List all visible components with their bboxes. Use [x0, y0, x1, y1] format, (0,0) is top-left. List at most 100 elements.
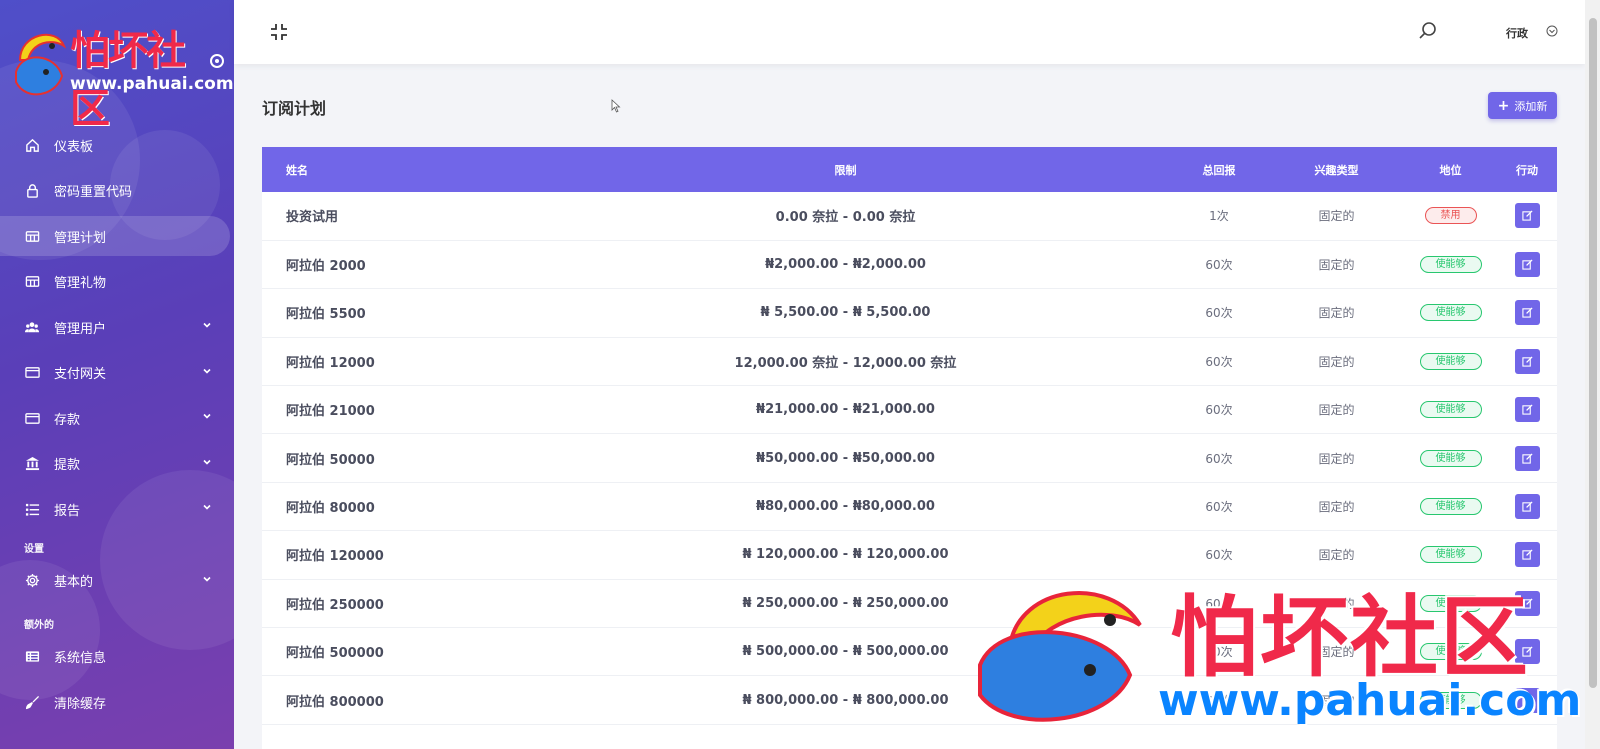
- sidebar-item-label: 清除缓存: [54, 696, 107, 712]
- sidebar-item-reports[interactable]: 报告: [0, 489, 234, 529]
- sidebar-item-manage-gifts[interactable]: 管理礼物: [0, 262, 234, 302]
- wallet-icon: [24, 410, 40, 426]
- user-name[interactable]: 行政: [1506, 25, 1528, 41]
- edit-icon: [1521, 646, 1533, 657]
- plans-table: 姓名 限制 总回报 兴趣类型 地位 行动 投资试用 0.00 奈拉 - 0.00 …: [262, 147, 1557, 725]
- users-icon: [24, 319, 40, 335]
- plan-status-cell: 使能够: [1404, 482, 1497, 530]
- column-header-name[interactable]: 姓名: [262, 147, 522, 192]
- add-new-label: 添加新: [1514, 99, 1548, 113]
- plan-interest-type: 固定的: [1318, 354, 1355, 369]
- plan-status-cell: 使能够: [1404, 676, 1497, 724]
- table-row: 阿拉伯 50000 ₦50,000.00 - ₦50,000.00 60次 固定的 使能…: [262, 434, 1557, 483]
- plan-status-cell: 使能够: [1404, 434, 1497, 482]
- sidebar-item-label: 管理计划: [54, 230, 107, 246]
- status-badge: 使能够: [1419, 401, 1482, 419]
- logo[interactable]: 怕坏社区 www.pahuai.com: [12, 14, 234, 132]
- edit-button[interactable]: [1514, 203, 1540, 229]
- status-badge: 禁用: [1424, 207, 1477, 225]
- edit-button[interactable]: [1514, 252, 1540, 278]
- plan-name: 阿拉伯 50000: [286, 452, 375, 468]
- plan-limit: ₦ 800,000.00 - ₦ 800,000.00: [742, 692, 949, 708]
- plan-interest-type: 固定的: [1318, 451, 1355, 466]
- column-header-limit[interactable]: 限制: [522, 147, 1169, 192]
- plan-interest-type: 固定的: [1318, 209, 1355, 224]
- plan-limit: ₦2,000.00 - ₦2,000.00: [765, 257, 926, 273]
- plan-action-cell: [1497, 579, 1557, 627]
- edit-button[interactable]: [1514, 494, 1540, 520]
- table-row: 阿拉伯 5500 ₦ 5,500.00 - ₦ 5,500.00 60次 固定的 使能够: [262, 289, 1557, 338]
- sidebar-item-label: 报告: [54, 503, 81, 519]
- edit-icon: [1521, 598, 1533, 609]
- edit-button[interactable]: [1514, 687, 1540, 713]
- chevron-down-icon: [203, 322, 211, 328]
- plan-interest-type: 固定的: [1318, 548, 1355, 563]
- scrollbar-thumb[interactable]: [1589, 18, 1597, 688]
- sidebar: 怕坏社区 www.pahuai.com 仪表板 密码重置代码 管理计划 管理礼物…: [0, 0, 234, 749]
- edit-button[interactable]: [1514, 542, 1540, 568]
- list-icon: [24, 501, 40, 517]
- mouse-cursor-icon: [611, 99, 621, 113]
- sidebar-item-manage-users[interactable]: 管理用户: [0, 307, 234, 347]
- collapse-icon[interactable]: [270, 23, 288, 41]
- plan-return: 60次: [1205, 451, 1233, 466]
- table-row: 阿拉伯 12000 12,000.00 奈拉 - 12,000.00 奈拉 60次 固…: [262, 337, 1557, 386]
- sidebar-item-password-reset[interactable]: 密码重置代码: [0, 171, 234, 211]
- sidebar-item-basic-settings[interactable]: 基本的: [0, 561, 234, 601]
- plan-name: 阿拉伯 21000: [286, 404, 375, 420]
- edit-button[interactable]: [1514, 300, 1540, 326]
- plan-action-cell: [1497, 434, 1557, 482]
- plus-icon: +: [1497, 97, 1510, 114]
- plan-name: 阿拉伯 800000: [286, 694, 384, 710]
- sidebar-item-label: 系统信息: [54, 651, 107, 666]
- vertical-scrollbar[interactable]: [1585, 0, 1600, 749]
- table-row: 阿拉伯 800000 ₦ 800,000.00 - ₦ 800,000.00 60次…: [262, 676, 1557, 725]
- chevron-down-icon[interactable]: [1546, 25, 1558, 37]
- plan-action-cell: [1497, 192, 1557, 240]
- chevron-down-icon: [203, 368, 211, 374]
- edit-button[interactable]: [1514, 348, 1540, 374]
- edit-button[interactable]: [1514, 397, 1540, 423]
- edit-button[interactable]: [1514, 590, 1540, 616]
- status-badge: 使能够: [1419, 498, 1482, 516]
- chevron-down-icon: [203, 504, 211, 510]
- chevron-down-icon: [203, 459, 211, 465]
- column-header-status[interactable]: 地位: [1404, 147, 1497, 192]
- plan-interest-type: 固定的: [1318, 693, 1355, 708]
- sidebar-item-clear-cache[interactable]: 清除缓存: [0, 682, 234, 722]
- sidebar-item-withdrawals[interactable]: 提款: [0, 444, 234, 484]
- plan-interest-type: 固定的: [1318, 403, 1355, 418]
- plan-name: 阿拉伯 12000: [286, 355, 375, 371]
- sidebar-toggle[interactable]: [210, 54, 224, 68]
- sidebar-item-label: 基本的: [54, 575, 94, 590]
- column-header-return[interactable]: 总回报: [1169, 147, 1269, 192]
- edit-button[interactable]: [1514, 639, 1540, 665]
- sidebar-item-payment-gateway[interactable]: 支付网关: [0, 353, 234, 393]
- table-row: 投资试用 0.00 奈拉 - 0.00 奈拉 1次 固定的 禁用: [262, 192, 1557, 241]
- plan-return: 60次: [1205, 403, 1233, 418]
- page-title: 订阅计划: [262, 99, 327, 118]
- plan-action-cell: [1497, 240, 1557, 288]
- plan-action-cell: [1497, 386, 1557, 434]
- plan-return: 1次: [1209, 209, 1229, 224]
- plan-name: 阿拉伯 250000: [286, 597, 384, 613]
- plan-status-cell: 使能够: [1404, 386, 1497, 434]
- plan-name: 阿拉伯 120000: [286, 549, 384, 565]
- edit-button[interactable]: [1514, 445, 1540, 471]
- plan-action-cell: [1497, 337, 1557, 385]
- search-icon[interactable]: [1418, 21, 1438, 41]
- table-header-row: 姓名 限制 总回报 兴趣类型 地位 行动: [262, 147, 1557, 192]
- fish-logo-icon: [15, 33, 67, 96]
- status-badge: 使能够: [1419, 594, 1482, 612]
- plan-action-cell: [1497, 628, 1557, 676]
- sidebar-item-deposits[interactable]: 存款: [0, 398, 234, 438]
- status-badge: 使能够: [1419, 449, 1482, 467]
- sidebar-item-manage-plans[interactable]: 管理计划: [0, 216, 230, 256]
- settings-section-title: 设置: [24, 544, 44, 555]
- plan-action-cell: [1497, 289, 1557, 337]
- sidebar-item-dashboard[interactable]: 仪表板: [0, 125, 234, 165]
- column-header-interest-type[interactable]: 兴趣类型: [1269, 147, 1404, 192]
- add-new-button[interactable]: + 添加新: [1488, 92, 1557, 119]
- sidebar-item-system-info[interactable]: 系统信息: [0, 637, 234, 677]
- card-icon: [24, 365, 40, 381]
